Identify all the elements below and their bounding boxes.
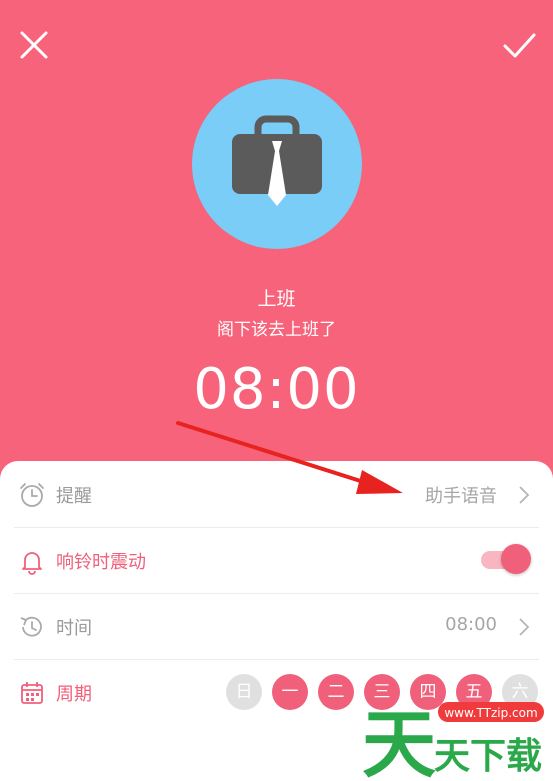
chevron-right-icon — [519, 618, 530, 636]
clock-history-icon — [20, 616, 42, 637]
day-mon[interactable]: 一 — [272, 674, 308, 710]
alarm-clock-icon — [20, 483, 44, 507]
alarm-header: 上班 阁下该去上班了 08:00 — [0, 0, 553, 490]
watermark-url: www.TTzip.com — [444, 706, 537, 720]
alarm-time[interactable]: 08:00 — [0, 357, 553, 422]
vibrate-toggle[interactable] — [481, 543, 533, 575]
watermark-glyph: 天 — [362, 702, 436, 778]
time-row[interactable]: 时间 08:00 — [14, 593, 539, 660]
watermark-text: 天下载 — [434, 736, 542, 777]
time-label: 时间 — [56, 618, 92, 639]
toggle-knob — [501, 544, 531, 574]
cycle-label: 周期 — [56, 684, 92, 705]
alarm-avatar[interactable] — [192, 79, 362, 249]
alarm-subtitle: 阁下该去上班了 — [217, 320, 336, 340]
reminder-row[interactable]: 提醒 助手语音 — [14, 461, 539, 528]
vibrate-row: 响铃时震动 — [14, 527, 539, 594]
day-sun[interactable]: 日 — [226, 674, 262, 710]
briefcase-tie-icon — [232, 115, 322, 206]
chevron-right-icon — [519, 486, 530, 504]
check-icon[interactable] — [499, 25, 539, 65]
calendar-icon — [21, 682, 43, 704]
reminder-label: 提醒 — [56, 486, 92, 507]
bell-icon — [22, 552, 42, 575]
time-value: 08:00 — [445, 614, 497, 635]
vibrate-label: 响铃时震动 — [56, 552, 146, 573]
watermark-logo: 天 www.TTzip.com 天下载 — [362, 702, 544, 778]
day-tue[interactable]: 二 — [318, 674, 354, 710]
reminder-value: 助手语音 — [425, 486, 497, 507]
close-icon[interactable] — [14, 25, 54, 65]
alarm-title: 上班 — [257, 288, 296, 310]
